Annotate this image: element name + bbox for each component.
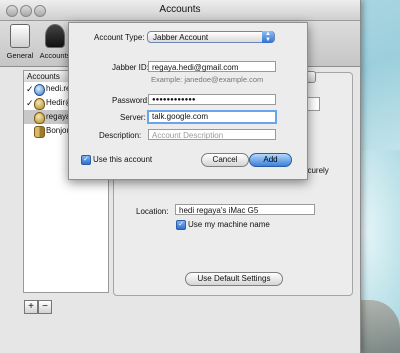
jabber-id-label: Jabber ID:: [112, 63, 149, 72]
cancel-button[interactable]: Cancel: [201, 153, 249, 167]
title-bar[interactable]: Accounts: [0, 0, 360, 21]
add-account-button[interactable]: +: [24, 300, 38, 314]
use-machine-name-label: Use my machine name: [188, 220, 270, 229]
popup-arrows-icon: ▲ ▼: [262, 31, 274, 43]
bulb-icon: [34, 98, 45, 110]
password-label: Password:: [112, 96, 150, 105]
bonjour-icon: [34, 126, 45, 138]
description-label: Description:: [99, 131, 142, 140]
toolbar-general[interactable]: General: [3, 24, 37, 60]
window-title: Accounts: [159, 4, 201, 15]
server-label: Server:: [120, 113, 146, 122]
use-default-settings-button[interactable]: Use Default Settings: [185, 272, 283, 286]
use-machine-name-checkbox[interactable]: ✓: [176, 220, 186, 230]
switch-icon: [10, 24, 30, 48]
checkmark-icon: ✓: [26, 98, 34, 108]
remove-account-button[interactable]: −: [38, 300, 52, 314]
account-type-label: Account Type:: [94, 33, 145, 42]
example-hint: Example: janedoe@example.com: [151, 75, 264, 84]
password-field[interactable]: ●●●●●●●●●●●●: [148, 94, 276, 105]
toolbar-accounts[interactable]: Accounts: [38, 24, 72, 60]
description-field[interactable]: Account Description: [148, 129, 276, 140]
toolbar-general-label: General: [6, 51, 34, 60]
server-field[interactable]: talk.google.com: [147, 110, 277, 124]
account-type-popup[interactable]: Jabber Account ▲ ▼: [147, 31, 275, 43]
globe-icon: [34, 84, 45, 96]
use-this-account-checkbox[interactable]: ✓: [81, 155, 91, 165]
add-button[interactable]: Add: [249, 153, 292, 167]
detail-field[interactable]: [306, 97, 320, 111]
checkmark-icon: ✓: [26, 84, 34, 94]
jabber-id-field[interactable]: regaya.hedi@gmail.com: [148, 61, 276, 72]
account-type-value: Jabber Account: [153, 33, 209, 42]
bulb-icon: [34, 112, 45, 124]
add-account-sheet: Account Type: Jabber Account ▲ ▼ Jabber I…: [68, 22, 308, 180]
toolbar-accounts-label: Accounts: [39, 51, 71, 60]
person-icon: [45, 24, 65, 48]
account-name: regaya: [46, 112, 71, 121]
location-label: Location:: [136, 207, 169, 216]
account-name: hedi.re: [46, 84, 71, 93]
use-this-account-label: Use this account: [93, 155, 153, 164]
location-field[interactable]: hedi regaya's iMac G5: [175, 204, 315, 215]
